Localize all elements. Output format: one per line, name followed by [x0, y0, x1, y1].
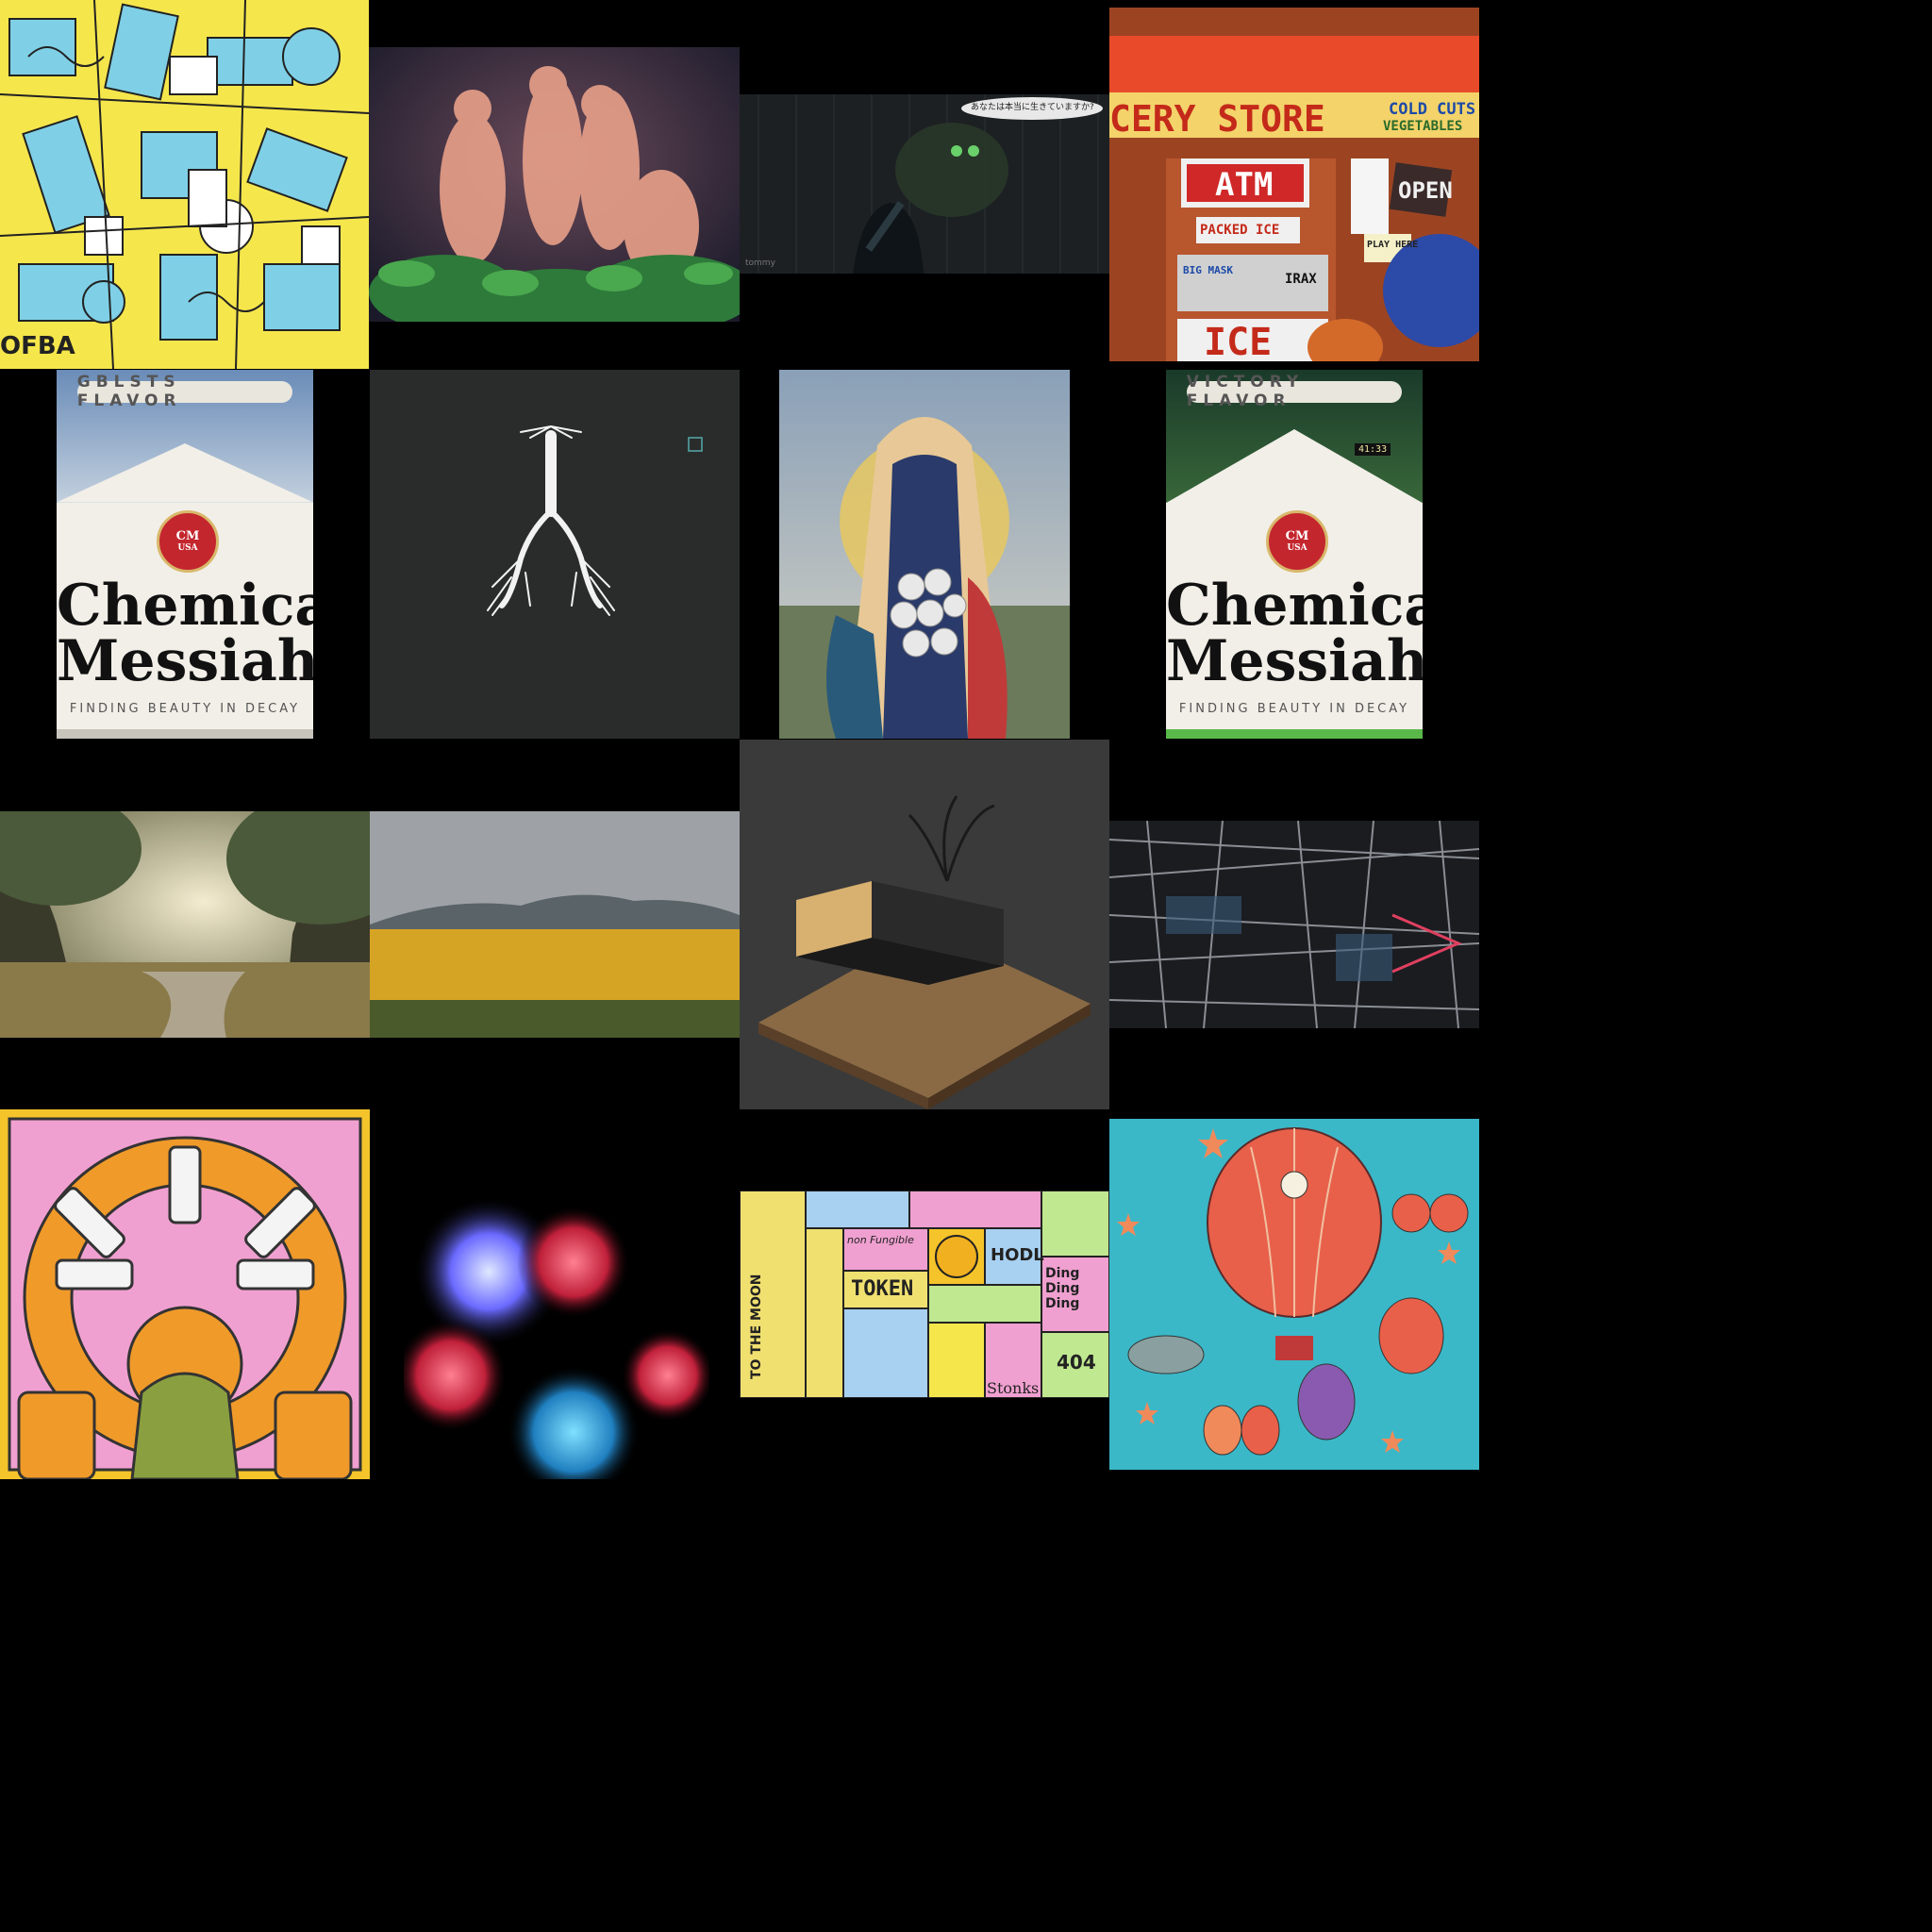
tile-golden-field[interactable]	[370, 811, 740, 1038]
pack-roof	[57, 443, 313, 503]
atm-sign: ATM	[1215, 166, 1274, 204]
lungs-tree-image	[370, 370, 740, 739]
crest-top-text: CM	[1285, 529, 1309, 544]
cold-cuts-sign: COLD CUTS	[1389, 100, 1476, 119]
tile-hot-air-balloons[interactable]	[1109, 1119, 1479, 1470]
play-here-sign: PLAY HERE	[1367, 240, 1419, 250]
ice-sign: ICE	[1204, 321, 1273, 361]
tile-glowing-figures[interactable]	[369, 47, 740, 322]
syringe-mandala-image	[0, 1109, 370, 1479]
pack-crest: CM USA	[1266, 509, 1328, 573]
golden-field-image	[370, 811, 740, 1038]
tile-forest-river[interactable]	[0, 811, 370, 1038]
crest-bottom-text: USA	[177, 543, 198, 554]
pack-tagline: FINDING BEAUTY IN DECAY	[69, 701, 301, 716]
packed-ice-sign: PACKED ICE	[1200, 223, 1280, 238]
tile-nft-collage[interactable]: TO THE MOON non Fungible TOKEN HODL Ding…	[740, 1191, 1109, 1398]
house-tree-image	[740, 740, 1109, 1109]
crest-top-text: CM	[175, 529, 200, 544]
pack-title-line2: Messiah	[1166, 627, 1423, 694]
tile-chemical-messiah-2[interactable]: 41:33 VICTORY FLAVOR CM USA Chemical Mes…	[1166, 370, 1423, 739]
nft-stonks: Stonks	[987, 1379, 1040, 1397]
nft-404: 404	[1057, 1351, 1096, 1374]
dark-tommy-speech: あなたは本当に生きていますか?	[971, 103, 1094, 112]
nft-ding: Ding Ding Ding	[1045, 1266, 1080, 1311]
tile-syringe-mandala[interactable]	[0, 1109, 370, 1479]
tile-madonna-skulls[interactable]	[779, 370, 1070, 739]
doodle-caption: OFBA	[0, 332, 75, 360]
dark-tommy-image	[740, 94, 1109, 274]
open-sign: OPEN	[1398, 177, 1453, 204]
pack-flavor-label: GBLSTS FLAVOR	[76, 373, 293, 410]
tile-grocery-store[interactable]: CERY STORE COLD CUTS VEGETABLES ATM PACK…	[1109, 8, 1479, 361]
pack-roof	[1166, 428, 1423, 503]
tile-abstract-glitch[interactable]	[1109, 821, 1479, 1028]
nft-hodl: HODL	[991, 1245, 1044, 1265]
crest-bottom-text: USA	[1287, 543, 1307, 554]
forest-river-image	[0, 811, 370, 1038]
store-name-sign: CERY STORE	[1109, 98, 1325, 140]
nft-token-word: TOKEN	[851, 1277, 914, 1301]
neon-blur-image	[404, 1187, 709, 1479]
hot-air-balloons-image	[1109, 1119, 1479, 1470]
tile-doodle[interactable]: OFBA	[0, 0, 369, 369]
nft-side-text: TO THE MOON	[749, 1274, 764, 1379]
tile-house-tree[interactable]	[740, 740, 1109, 1109]
abstract-glitch-image	[1109, 821, 1479, 1028]
nft-non-fungible: non Fungible	[847, 1234, 914, 1246]
big-mask-sticker: BIG MASK	[1183, 264, 1233, 276]
tile-neon-blur[interactable]	[404, 1187, 709, 1479]
pack-flavor-label: VICTORY FLAVOR	[1186, 373, 1403, 410]
doodle-art-image	[0, 0, 369, 369]
pack-bottom-band	[1166, 729, 1423, 739]
pack-bottom-band	[57, 729, 313, 739]
pack-title-line2: Messiah	[57, 627, 313, 694]
pack-crest: CM USA	[157, 509, 219, 573]
dark-tommy-signature: tommy	[745, 258, 775, 268]
pack-tagline: FINDING BEAUTY IN DECAY	[1178, 701, 1410, 716]
irax-sticker: IRAX	[1285, 272, 1317, 287]
glowing-figures-image	[369, 47, 740, 322]
madonna-skulls-image	[779, 370, 1070, 739]
vegetables-sign: VEGETABLES	[1383, 119, 1463, 134]
tile-chemical-messiah-1[interactable]: GBLSTS FLAVOR CM USA Chemical Messiah FI…	[57, 370, 313, 739]
tile-dark-tommy[interactable]: あなたは本当に生きていますか? tommy	[740, 94, 1109, 274]
tile-lungs-tree[interactable]	[370, 370, 740, 739]
